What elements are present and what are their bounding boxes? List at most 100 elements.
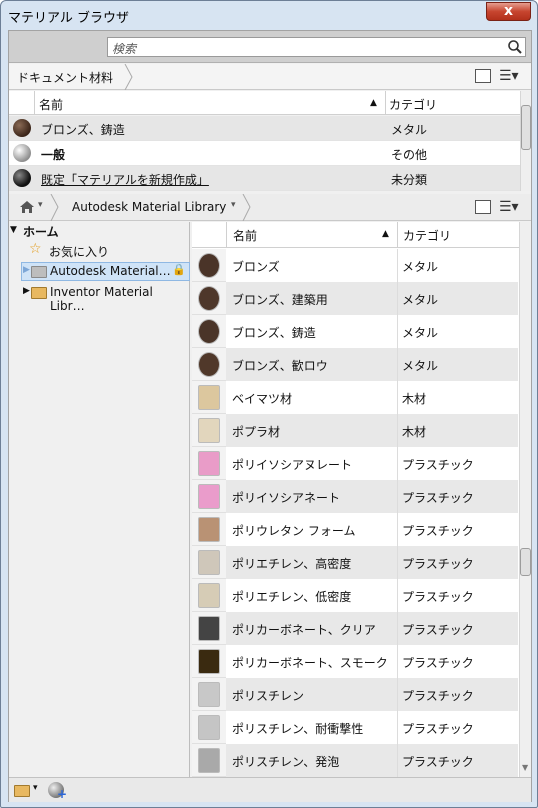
add-plus-icon: + — [57, 787, 68, 801]
library-scrollbar-thumb[interactable] — [520, 548, 531, 576]
document-row[interactable]: 一般 その他 — [9, 141, 520, 166]
row-name: ブロンズ、歓ロウ — [232, 359, 328, 373]
material-swatch-icon — [198, 286, 220, 311]
row-name: ポリカーボネート、スモーク — [232, 656, 388, 670]
library-row[interactable]: ポリエチレン、高密度 プラスチック — [192, 546, 518, 579]
lib-column-category[interactable]: カテゴリ — [403, 227, 451, 244]
row-category: プラスチック — [402, 557, 474, 571]
home-icon[interactable] — [19, 200, 35, 214]
library-row[interactable]: ポリウレタン フォーム プラスチック — [192, 513, 518, 546]
lib-column-name[interactable]: 名前 — [233, 227, 257, 244]
library-breadcrumb-bar: ▾ Autodesk Material Library ▾ ☰▾ — [9, 194, 531, 221]
breadcrumb-arrow-icon — [242, 194, 251, 221]
window-title: マテリアル ブラウザ — [8, 11, 130, 26]
view-mode-icon[interactable] — [475, 200, 491, 214]
doc-column-category[interactable]: カテゴリ — [389, 96, 437, 113]
row-name: ポプラ材 — [232, 425, 281, 439]
row-name: ブロンズ、建築用 — [232, 293, 328, 307]
row-category: メタル — [391, 123, 428, 137]
library-dropdown-icon[interactable]: ▾ — [231, 200, 236, 210]
material-swatch-icon — [198, 649, 220, 674]
material-swatch-icon — [198, 451, 220, 476]
breadcrumb-library[interactable]: Autodesk Material Library — [72, 200, 226, 214]
material-swatch-icon — [198, 550, 220, 575]
doc-column-name[interactable]: 名前 — [39, 96, 63, 113]
library-row[interactable]: ブロンズ、歓ロウ メタル — [192, 348, 518, 381]
search-input[interactable]: 検索 — [107, 37, 526, 57]
star-icon: ☆ — [29, 241, 42, 257]
material-swatch-icon — [198, 319, 220, 344]
document-scrollbar[interactable] — [520, 91, 531, 191]
library-menu-dropdown-icon[interactable]: ▾ — [33, 783, 38, 793]
library-row[interactable]: ポリカーボネート、クリア プラスチック — [192, 612, 518, 645]
row-category: プラスチック — [402, 689, 474, 703]
document-scrollbar-thumb[interactable] — [521, 105, 531, 150]
material-swatch-icon — [198, 484, 220, 509]
expand-home-icon[interactable]: ▼ — [10, 225, 17, 235]
library-row[interactable]: ポプラ材 木材 — [192, 414, 518, 447]
document-row[interactable]: 既定「マテリアルを新規作成」 未分類 — [9, 166, 520, 191]
row-category: メタル — [402, 359, 439, 373]
row-name: ポリエチレン、高密度 — [232, 557, 352, 571]
row-category: プラスチック — [402, 656, 474, 670]
library-row[interactable]: ポリスチレン プラスチック — [192, 678, 518, 711]
breadcrumb-document-materials[interactable]: ドキュメント材料 — [17, 69, 113, 86]
material-browser-window: マテリアル ブラウザ x 検索 ドキュメント材料 ☰▾ 名前 ▲ カテゴリ ブロ… — [0, 0, 538, 808]
library-row[interactable]: ブロンズ、鋳造 メタル — [192, 315, 518, 348]
close-button[interactable]: x — [486, 2, 531, 21]
lock-icon: 🔒 — [172, 263, 186, 276]
library-row[interactable]: ポリカーボネート、スモーク プラスチック — [192, 645, 518, 678]
material-swatch-icon — [198, 682, 220, 707]
view-mode-icon[interactable] — [475, 69, 491, 83]
library-row[interactable]: ベイマツ材 木材 — [192, 381, 518, 414]
row-name: ブロンズ、鋳造 — [41, 123, 125, 137]
library-rows: ブロンズ メタル ブロンズ、建築用 メタル ブロンズ、鋳造 メタル ブロンズ、歓ロウ メタルベ… — [192, 249, 519, 777]
row-category: プラスチック — [402, 755, 474, 769]
library-scrollbar[interactable]: ▼ — [519, 222, 531, 777]
row-name: ブロンズ — [232, 260, 280, 274]
row-name: 既定「マテリアルを新規作成」 — [41, 173, 209, 187]
sort-ascending-icon[interactable]: ▲ — [370, 98, 377, 108]
row-category: プラスチック — [402, 458, 474, 472]
scroll-down-icon[interactable]: ▼ — [522, 763, 528, 772]
row-name: ポリカーボネート、クリア — [232, 623, 376, 637]
library-row[interactable]: ブロンズ、建築用 メタル — [192, 282, 518, 315]
home-dropdown-icon[interactable]: ▾ — [38, 200, 43, 210]
sort-ascending-icon[interactable]: ▲ — [382, 229, 389, 239]
material-swatch-icon — [198, 616, 220, 641]
tree-inventor-library[interactable]: Inventor Material Libr… — [50, 285, 189, 313]
row-category: 木材 — [402, 392, 427, 406]
expand-arrow-icon[interactable]: ▶ — [23, 286, 30, 296]
list-options-icon[interactable]: ☰▾ — [499, 68, 519, 84]
row-name: ポリエチレン、低密度 — [232, 590, 352, 604]
material-swatch-icon — [198, 748, 220, 773]
row-name: 一般 — [41, 148, 66, 162]
library-row[interactable]: ポリイソシアヌレート プラスチック — [192, 447, 518, 480]
library-tree: ▼ ホーム ☆ お気に入り ▶ Autodesk Material… 🔒 ▶ I… — [9, 222, 190, 777]
tree-autodesk-library[interactable]: Autodesk Material… — [50, 264, 171, 278]
default-swatch-icon — [13, 169, 31, 187]
material-swatch-icon — [198, 418, 220, 443]
document-row[interactable]: ブロンズ、鋳造 メタル — [9, 116, 520, 141]
material-swatch-icon — [198, 253, 220, 278]
bronze-swatch-icon — [13, 119, 31, 137]
material-swatch-icon — [198, 517, 220, 542]
folder-icon — [31, 266, 47, 278]
library-row[interactable]: ポリスチレン、耐衝撃性 プラスチック — [192, 711, 518, 744]
document-breadcrumb-bar: ドキュメント材料 ☰▾ — [9, 64, 531, 90]
material-swatch-icon — [198, 583, 220, 608]
collapse-arrow-icon[interactable]: ▶ — [23, 265, 30, 275]
row-name: ポリウレタン フォーム — [232, 524, 356, 538]
search-icon[interactable] — [507, 39, 523, 55]
tree-home[interactable]: ホーム — [23, 223, 59, 240]
library-row[interactable]: ブロンズ メタル — [192, 249, 518, 282]
library-row[interactable]: ポリエチレン、低密度 プラスチック — [192, 579, 518, 612]
library-row[interactable]: ポリイソシアネート プラスチック — [192, 480, 518, 513]
library-row[interactable]: ポリスチレン、発泡 プラスチック — [192, 744, 518, 777]
tree-favorites[interactable]: お気に入り — [49, 243, 109, 260]
row-name: ブロンズ、鋳造 — [232, 326, 316, 340]
list-options-icon[interactable]: ☰▾ — [499, 199, 519, 215]
new-library-icon[interactable] — [14, 785, 30, 797]
row-name: ベイマツ材 — [232, 392, 293, 406]
library-table: 名前 ▲ カテゴリ ブロンズ メタル ブロンズ、建築用 メタル ブロンズ、鋳造 メタル ブロ… — [192, 222, 531, 777]
